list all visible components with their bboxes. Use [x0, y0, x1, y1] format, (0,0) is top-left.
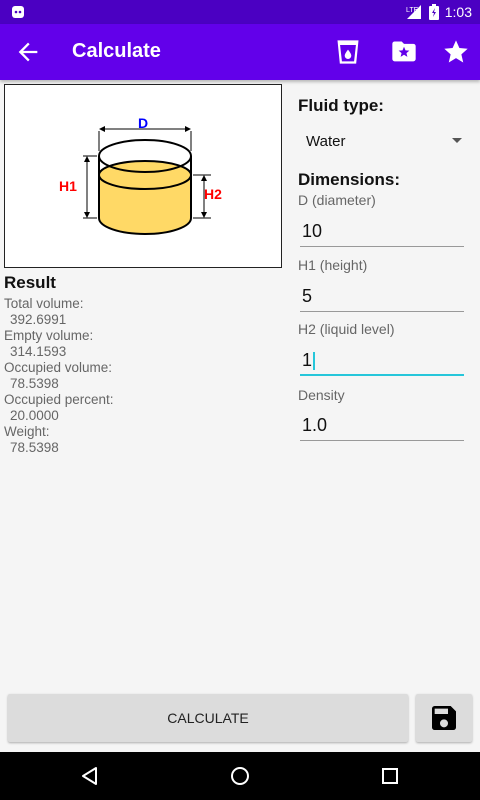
total-volume-value: 392.6991: [10, 312, 67, 327]
signal-icon: LTE: [406, 5, 421, 19]
fluid-type-label: Fluid type:: [298, 96, 384, 115]
android-icon: [12, 6, 24, 18]
save-icon: [432, 706, 456, 730]
save-button[interactable]: [416, 694, 472, 742]
occupied-percent-label: Occupied percent:: [4, 392, 114, 407]
dimensions-label: Dimensions:: [298, 170, 401, 189]
app-bar: Calculate: [0, 24, 480, 80]
calculate-button-label: CALCULATE: [167, 710, 249, 726]
liquid-glass-icon[interactable]: [334, 38, 362, 66]
density-label: Density: [298, 387, 345, 403]
liquid-level-label: H2 (liquid level): [298, 321, 395, 337]
calculate-button[interactable]: CALCULATE: [8, 694, 408, 742]
status-bar: LTE 1:03: [0, 0, 480, 24]
empty-volume-label: Empty volume:: [4, 328, 94, 343]
occupied-volume-label: Occupied volume:: [4, 360, 113, 375]
tank-diagram: D H1 H2: [4, 84, 282, 268]
arrow-back-icon[interactable]: [14, 38, 42, 66]
dropdown-arrow-icon: [452, 138, 462, 143]
diameter-label: D (diameter): [298, 192, 376, 208]
nav-home-icon[interactable]: [228, 764, 252, 788]
label-h1: H1: [59, 178, 77, 194]
height-value: 5: [302, 286, 313, 306]
height-input[interactable]: 5: [300, 280, 464, 312]
total-volume-label: Total volume:: [4, 296, 84, 311]
page-title: Calculate: [72, 40, 161, 62]
nav-back-icon[interactable]: [78, 764, 102, 788]
height-label: H1 (height): [298, 257, 368, 273]
diameter-value: 10: [302, 221, 323, 241]
star-icon[interactable]: [442, 38, 470, 66]
network-label: LTE: [406, 7, 419, 14]
text-cursor: [313, 352, 315, 370]
status-time: 1:03: [444, 4, 472, 20]
density-value: 1.0: [302, 415, 328, 435]
diameter-input[interactable]: 10: [300, 215, 464, 247]
result-title: Result: [4, 273, 56, 292]
occupied-percent-value: 20.0000: [10, 408, 59, 423]
liquid-level-input[interactable]: 1: [300, 344, 464, 376]
navigation-bar: [0, 752, 480, 800]
weight-value: 78.5398: [10, 440, 59, 455]
fluid-type-value: Water: [306, 133, 346, 150]
fluid-type-select[interactable]: Water: [298, 124, 468, 160]
battery-icon: [428, 4, 439, 20]
liquid-level-value: 1: [302, 350, 313, 370]
weight-label: Weight:: [4, 424, 50, 439]
density-input[interactable]: 1.0: [300, 409, 464, 441]
empty-volume-value: 314.1593: [10, 344, 67, 359]
folder-star-icon[interactable]: [390, 38, 418, 66]
nav-recents-icon[interactable]: [378, 764, 402, 788]
cylinder-diagram: D H1 H2: [59, 115, 222, 235]
label-h2: H2: [204, 186, 222, 202]
result-list: Total volume: 392.6991 Empty volume: 314…: [4, 296, 284, 456]
label-d: D: [138, 115, 148, 131]
occupied-volume-value: 78.5398: [10, 376, 59, 391]
